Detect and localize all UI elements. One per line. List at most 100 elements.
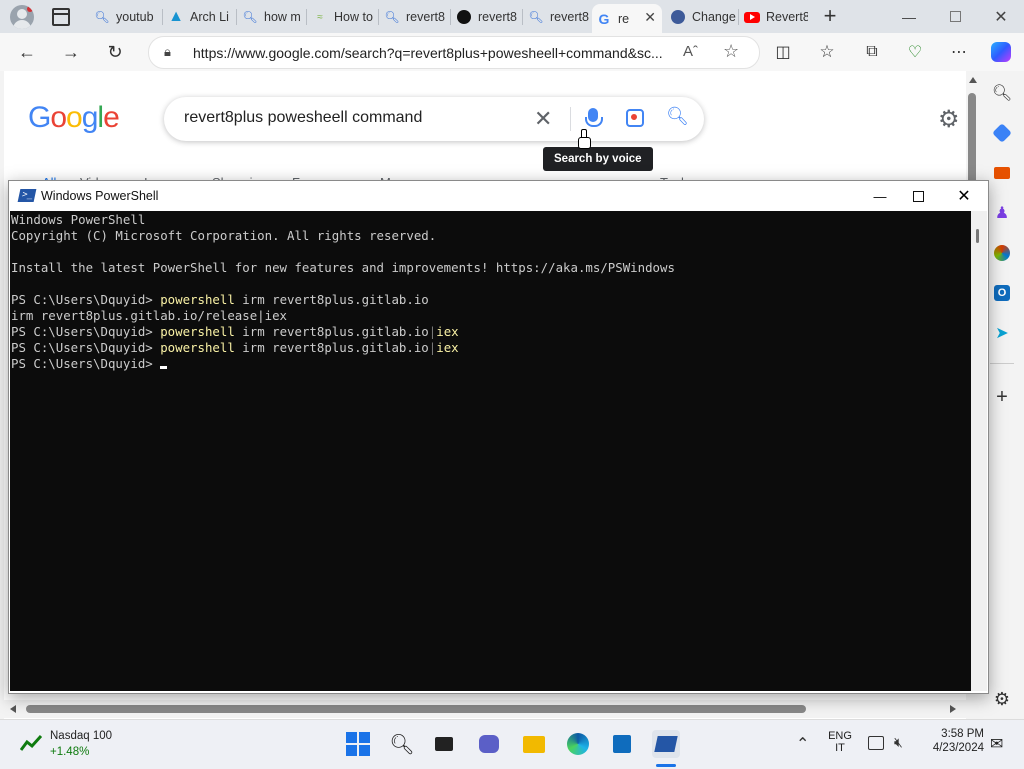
powershell-title: Windows PowerShell (41, 189, 159, 203)
tab-revert8-youtube[interactable]: Revert8 (740, 4, 808, 30)
google-logo[interactable]: Google (28, 101, 120, 135)
tools-briefcase-icon[interactable] (990, 161, 1014, 185)
console-line: irm revert8plus.gitlab.io/release|iex (11, 308, 288, 323)
region-code: IT (835, 742, 845, 754)
ps-maximize-button[interactable] (895, 181, 941, 211)
tab-revert8-github[interactable]: revert8 (452, 4, 520, 30)
browser-tab-strip: 🔍︎ youtub ▲ Arch Li 🔍︎ how m ≈ How to 🔍︎… (0, 0, 1024, 33)
refresh-button[interactable]: ↻ (100, 37, 130, 67)
tab-youtube-search[interactable]: 🔍︎ youtub (90, 4, 160, 30)
restore-button[interactable] (932, 0, 978, 33)
site-icon (670, 9, 686, 25)
microsoft-365-icon[interactable] (990, 241, 1014, 265)
tab-change[interactable]: Change (666, 4, 736, 30)
tab-revert8-search[interactable]: 🔍︎ revert8 (380, 4, 448, 30)
new-tab-button[interactable]: + (818, 3, 842, 28)
drop-send-icon[interactable]: ➤ (990, 321, 1014, 345)
tab-label: Revert8 (766, 10, 808, 24)
shopping-tag-icon[interactable] (990, 121, 1014, 145)
browser-toolbar: ← → ↻ 🔒︎ https://www.google.com/search?q… (0, 33, 1024, 71)
console-scrollbar[interactable] (971, 211, 987, 691)
search-icon: 🔍︎ (528, 10, 544, 24)
tab-label: youtub (116, 10, 154, 24)
tab-how-search[interactable]: 🔍︎ how m (238, 4, 304, 30)
youtube-icon (744, 9, 760, 25)
close-window-button[interactable]: ✕ (978, 0, 1024, 33)
back-button[interactable]: ← (12, 37, 42, 67)
split-screen-icon[interactable]: ◫ (768, 37, 798, 67)
page-horizontal-scrollbar[interactable] (4, 700, 966, 718)
arch-icon: ▲ (168, 8, 184, 25)
favorite-star-icon[interactable]: ☆ (723, 41, 739, 62)
search-icon: 🔍︎ (242, 10, 258, 24)
tab-label: how m (264, 10, 301, 24)
console-line: PS C:\Users\Dquyid> powershell irm rever… (11, 340, 459, 355)
tab-label: revert8 (478, 10, 517, 24)
more-menu-icon[interactable]: ⋯ (944, 37, 974, 67)
search-icon: 🔍︎ (384, 10, 400, 24)
add-sidebar-app-icon[interactable]: + (990, 385, 1014, 409)
outlook-icon[interactable]: O (990, 281, 1014, 305)
search-submit-icon[interactable]: 🔍︎ (666, 106, 689, 127)
tab-actions-icon[interactable] (52, 8, 70, 26)
search-input[interactable]: revert8plus powesheell command (184, 109, 422, 127)
stock-widget[interactable]: Nasdaq 100 +1.48% (16, 726, 146, 764)
settings-gear-icon[interactable]: ⚙ (938, 105, 960, 134)
microsoft-store-icon[interactable] (608, 730, 636, 758)
file-explorer-icon[interactable] (520, 730, 548, 758)
console-line: PS C:\Users\Dquyid> powershell irm rever… (11, 324, 459, 339)
language-code: ENG (828, 730, 852, 742)
forward-button[interactable]: → (56, 37, 86, 67)
browser-essentials-icon[interactable]: ♡ (900, 37, 930, 67)
search-icon[interactable]: 🔍︎ (990, 81, 1014, 105)
console-prompt-line: PS C:\Users\Dquyid> (11, 356, 168, 372)
powershell-icon: >_ (17, 189, 37, 202)
network-icon[interactable] (868, 736, 884, 750)
collections-icon[interactable]: ⧉ (857, 37, 887, 67)
powershell-taskbar-icon[interactable] (652, 730, 680, 758)
text-cursor (160, 366, 168, 369)
tab-revert8-search-2[interactable]: 🔍︎ revert8 (524, 4, 592, 30)
tab-google-active[interactable]: G re ✕ (592, 4, 662, 33)
edge-browser-icon[interactable] (564, 730, 592, 758)
stock-chart-icon (19, 734, 43, 752)
lock-icon[interactable]: 🔒︎ (164, 44, 171, 60)
powershell-title-bar[interactable]: >_ Windows PowerShell — ✕ (9, 181, 988, 211)
task-view-icon[interactable] (430, 730, 458, 758)
windows-taskbar: Nasdaq 100 +1.48% 🔍︎ ⌃ ENG IT 🔇︎ 3:58 PM… (0, 719, 1024, 769)
url-text[interactable]: https://www.google.com/search?q=revert8p… (193, 45, 673, 61)
ps-close-button[interactable]: ✕ (941, 181, 987, 211)
chat-icon[interactable] (475, 730, 503, 758)
powershell-window: >_ Windows PowerShell — ✕ Windows PowerS… (8, 180, 989, 694)
language-indicator[interactable]: ENG IT (826, 730, 854, 760)
games-icon[interactable]: ♟ (990, 201, 1014, 225)
show-hidden-icons-icon[interactable]: ⌃ (796, 734, 809, 754)
tab-label: revert8 (406, 10, 445, 24)
notification-bell-icon[interactable]: ✉︎ (990, 734, 1003, 754)
console-line: Install the latest PowerShell for new fe… (11, 260, 675, 275)
clear-search-icon[interactable]: ✕ (534, 106, 552, 132)
tab-label: revert8 (550, 10, 589, 24)
console-line: Copyright (C) Microsoft Corporation. All… (11, 228, 437, 243)
address-bar[interactable]: 🔒︎ https://www.google.com/search?q=rever… (148, 36, 760, 69)
copilot-icon[interactable] (986, 37, 1016, 67)
clock[interactable]: 3:58 PM 4/23/2024 (914, 728, 984, 754)
tab-label: Arch Li (190, 10, 229, 24)
tab-label: re (618, 11, 630, 26)
profile-avatar[interactable] (10, 5, 34, 29)
stock-change: +1.48% (50, 746, 90, 758)
read-aloud-icon[interactable]: Aˆ (683, 43, 698, 60)
taskbar-search-icon[interactable]: 🔍︎ (388, 730, 416, 758)
tab-how-to[interactable]: ≈ How to (308, 4, 376, 30)
minimize-button[interactable]: — (886, 0, 932, 33)
powershell-console[interactable]: Windows PowerShell Copyright (C) Microso… (10, 211, 971, 691)
stock-name: Nasdaq 100 (50, 730, 113, 742)
volume-muted-icon[interactable]: 🔇︎ (894, 734, 903, 751)
tab-arch-linux[interactable]: ▲ Arch Li (164, 4, 234, 30)
sidebar-settings-icon[interactable]: ⚙ (990, 687, 1014, 711)
site-icon: ≈ (317, 11, 323, 23)
favorites-icon[interactable]: ☆ (812, 37, 842, 67)
windows-start-icon[interactable] (344, 730, 372, 758)
search-box[interactable]: revert8plus powesheell command ✕ 🔍︎ (164, 97, 704, 141)
close-tab-icon[interactable]: ✕ (644, 9, 656, 26)
